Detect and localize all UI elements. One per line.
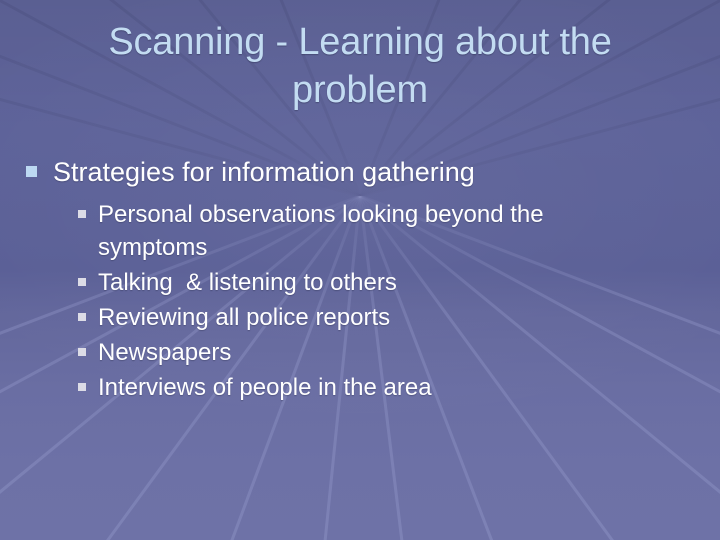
square-bullet-icon	[78, 348, 86, 356]
presentation-slide: Scanning - Learning about the problem St…	[0, 0, 720, 540]
page-title-line-2: problem	[292, 69, 428, 111]
square-bullet-icon	[78, 313, 86, 321]
bullet-label: Strategies for information gathering	[53, 157, 475, 187]
bullet-item-level2: Interviews of people in the area	[0, 371, 720, 404]
bullet-label: Interviews of people in the area	[98, 374, 432, 401]
bullet-label: Reviewing all police reports	[98, 304, 391, 331]
bullet-item-level2: Personal observations looking beyond the…	[0, 198, 720, 264]
bullet-label: Newspapers	[98, 339, 232, 366]
square-bullet-icon	[78, 210, 86, 218]
bullet-item-level1: Strategies for information gathering	[0, 155, 720, 189]
square-bullet-icon	[78, 278, 86, 286]
bullet-label: Personal observations looking beyond the…	[98, 201, 551, 261]
square-bullet-icon	[26, 166, 37, 177]
slide-title: Scanning - Learning about the problem	[26, 18, 694, 114]
slide-body-content: Strategies for information gathering Per…	[0, 155, 720, 406]
bullet-item-level2: Newspapers	[0, 336, 720, 369]
bullet-label: Talking & listening to others	[98, 269, 397, 296]
page-title-line-1: Scanning - Learning about the	[108, 21, 612, 63]
bullet-item-level2: Reviewing all police reports	[0, 301, 720, 334]
bullet-item-level2: Talking & listening to others	[0, 266, 720, 299]
square-bullet-icon	[78, 383, 86, 391]
